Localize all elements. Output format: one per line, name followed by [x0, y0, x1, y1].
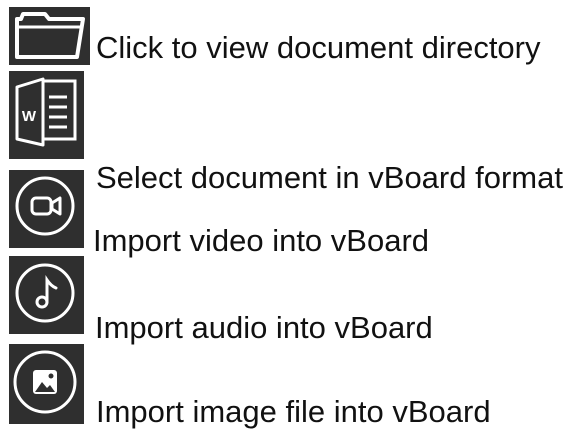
word-document-icon[interactable]: W [9, 71, 84, 159]
folder-icon[interactable] [9, 7, 90, 65]
image-icon[interactable] [9, 344, 84, 424]
item-label: Import image file into vBoard [96, 394, 491, 429]
music-note-icon[interactable] [9, 256, 84, 334]
item-label: Import audio into vBoard [95, 310, 433, 345]
item-label: Select document in vBoard format [96, 160, 563, 195]
video-camera-icon[interactable] [9, 170, 84, 248]
svg-text:W: W [22, 108, 37, 125]
item-label: Click to view document directory [96, 30, 541, 65]
item-label: Import video into vBoard [93, 223, 430, 258]
